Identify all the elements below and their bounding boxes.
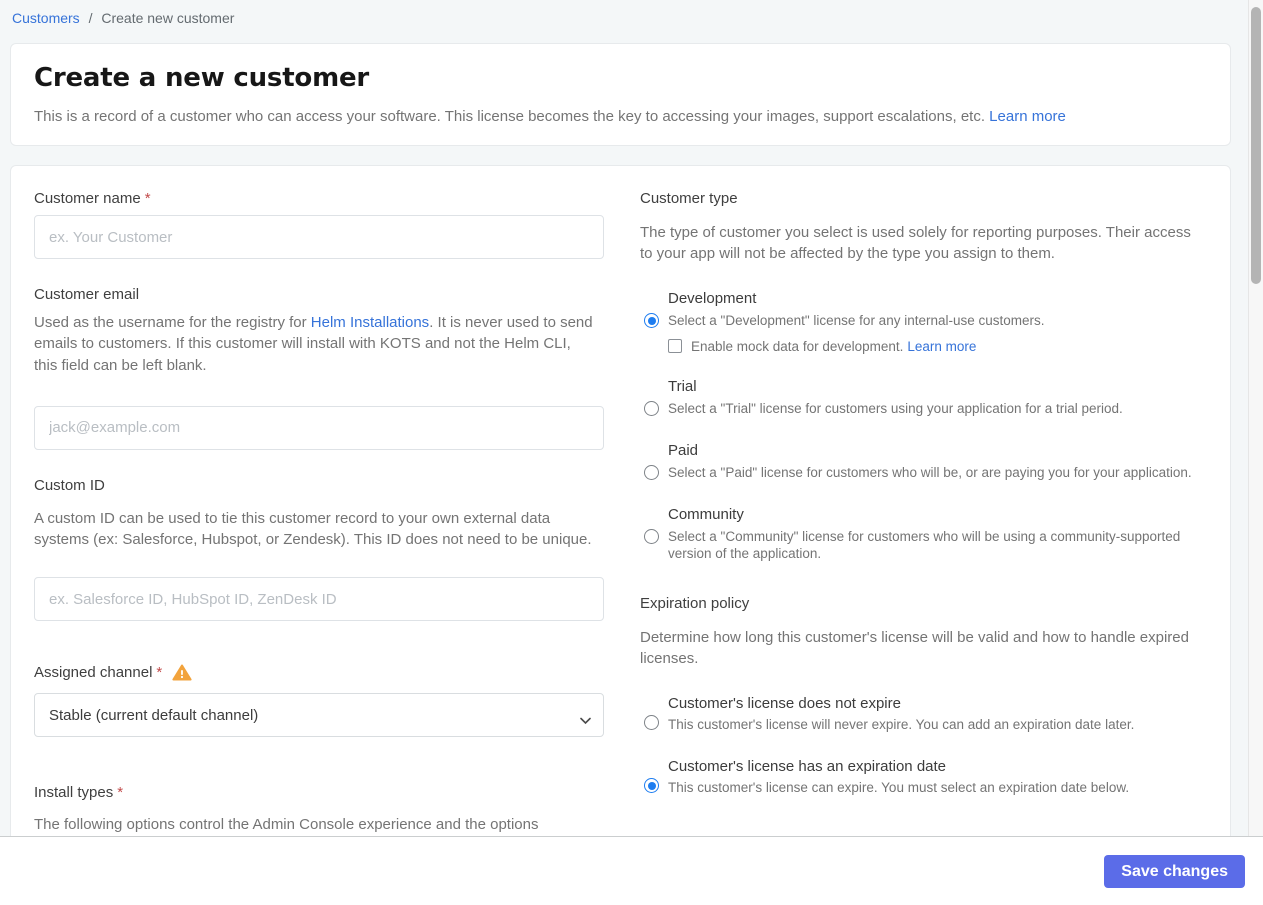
radio-trial[interactable] xyxy=(644,400,659,416)
form-left-column: Customer name* Customer email Used as th… xyxy=(34,190,604,855)
chevron-down-icon xyxy=(580,712,591,729)
warning-triangle-icon xyxy=(172,664,192,681)
customer-name-label: Customer name * xyxy=(34,190,604,207)
customer-type-description: The type of customer you select is used … xyxy=(640,224,1191,262)
customer-type-heading: Customer type xyxy=(640,190,738,207)
scrollbar-track[interactable] xyxy=(1248,0,1263,845)
mock-data-label: Enable mock data for development. xyxy=(691,338,904,354)
option-title-trial: Trial xyxy=(668,377,697,395)
expiration-policy-section: Expiration policy Determine how long thi… xyxy=(640,595,1200,797)
form-right-column: Customer type The type of customer you s… xyxy=(640,190,1200,850)
mock-data-checkbox[interactable] xyxy=(668,339,682,354)
customer-email-description: Used as the username for the registry fo… xyxy=(34,312,594,376)
assigned-channel-label: Assigned channel * xyxy=(34,664,162,681)
page-title: Create a new customer xyxy=(34,63,370,93)
customer-type-option-trial: Trial Select a "Trial" license for custo… xyxy=(640,378,1200,418)
radio-paid[interactable] xyxy=(644,464,659,480)
option-desc-development: Select a "Development" license for any i… xyxy=(668,313,1045,328)
option-title-paid: Paid xyxy=(668,441,699,459)
customer-type-option-development: Development Select a "Development" licen… xyxy=(640,290,1200,354)
install-types-label-text: Install types xyxy=(34,784,114,802)
option-desc-has-date: This customer's license can expire. You … xyxy=(668,780,1130,796)
required-asterisk: * xyxy=(156,664,163,682)
header-description: This is a record of a customer who can a… xyxy=(34,108,1207,125)
assigned-channel-select[interactable]: Stable (current default channel) xyxy=(34,693,604,738)
scrollbar-thumb[interactable] xyxy=(1251,7,1261,284)
header-learn-more-link[interactable]: Learn more xyxy=(989,108,1066,125)
assigned-channel-selected-value: Stable (current default channel) xyxy=(49,706,259,724)
option-desc-paid: Select a "Paid" license for customers wh… xyxy=(668,464,1192,480)
email-desc-before: Used as the username for the registry fo… xyxy=(34,314,311,331)
customer-type-option-community: Community Select a "Community" license f… xyxy=(640,506,1200,563)
required-asterisk: * xyxy=(117,784,124,802)
radio-development[interactable] xyxy=(644,313,659,328)
customer-name-input[interactable] xyxy=(34,215,604,259)
option-title-no-expire: Customer's license does not expire xyxy=(668,695,901,713)
option-title-community: Community xyxy=(668,505,744,523)
option-desc-community: Select a "Community" license for custome… xyxy=(668,528,1181,561)
required-asterisk: * xyxy=(144,190,151,207)
radio-license-has-expiration[interactable] xyxy=(644,778,659,794)
customer-email-label: Customer email xyxy=(34,286,140,303)
footer-bar: Save changes xyxy=(0,836,1263,905)
option-desc-trial: Select a "Trial" license for customers u… xyxy=(668,400,1123,416)
mock-data-learn-more-link[interactable]: Learn more xyxy=(907,339,976,354)
customer-type-option-paid: Paid Select a "Paid" license for custome… xyxy=(640,442,1200,482)
breadcrumb-customers-link[interactable]: Customers xyxy=(12,10,80,26)
mock-data-row: Enable mock data for development. Learn … xyxy=(668,339,1200,354)
option-title-has-date: Customer's license has an expiration dat… xyxy=(668,758,947,776)
breadcrumb: Customers / Create new customer xyxy=(12,10,234,26)
radio-license-does-not-expire[interactable] xyxy=(644,715,659,731)
custom-id-input[interactable] xyxy=(34,577,604,622)
expiration-policy-heading: Expiration policy xyxy=(640,595,750,613)
radio-community[interactable] xyxy=(644,528,659,544)
assigned-channel-label-text: Assigned channel xyxy=(34,664,153,682)
create-customer-form: Customer name* Customer email Used as th… xyxy=(10,165,1231,875)
expiration-option-has-date: Customer's license has an expiration dat… xyxy=(640,758,1200,797)
custom-id-description: A custom ID can be used to tie this cust… xyxy=(34,509,592,549)
customer-email-input[interactable] xyxy=(34,405,604,450)
header-description-text: This is a record of a customer who can a… xyxy=(34,108,985,125)
option-desc-no-expire: This customer's license will never expir… xyxy=(668,717,1135,733)
assigned-channel-label-row: Assigned channel * xyxy=(34,664,604,681)
helm-installations-link[interactable]: Helm Installations xyxy=(311,314,429,331)
header-card: Create a new customer This is a record o… xyxy=(10,43,1231,146)
option-title-development: Development xyxy=(668,290,757,307)
breadcrumb-separator: / xyxy=(88,10,93,26)
expiration-policy-description: Determine how long this customer's licen… xyxy=(640,629,1189,668)
save-changes-button[interactable]: Save changes xyxy=(1104,855,1245,888)
custom-id-label: Custom ID xyxy=(34,476,105,494)
customer-name-label-text: Customer name xyxy=(34,190,141,207)
install-types-label: Install types * xyxy=(34,784,604,801)
breadcrumb-current: Create new customer xyxy=(101,10,235,26)
expiration-option-no-expire: Customer's license does not expire This … xyxy=(640,695,1200,734)
